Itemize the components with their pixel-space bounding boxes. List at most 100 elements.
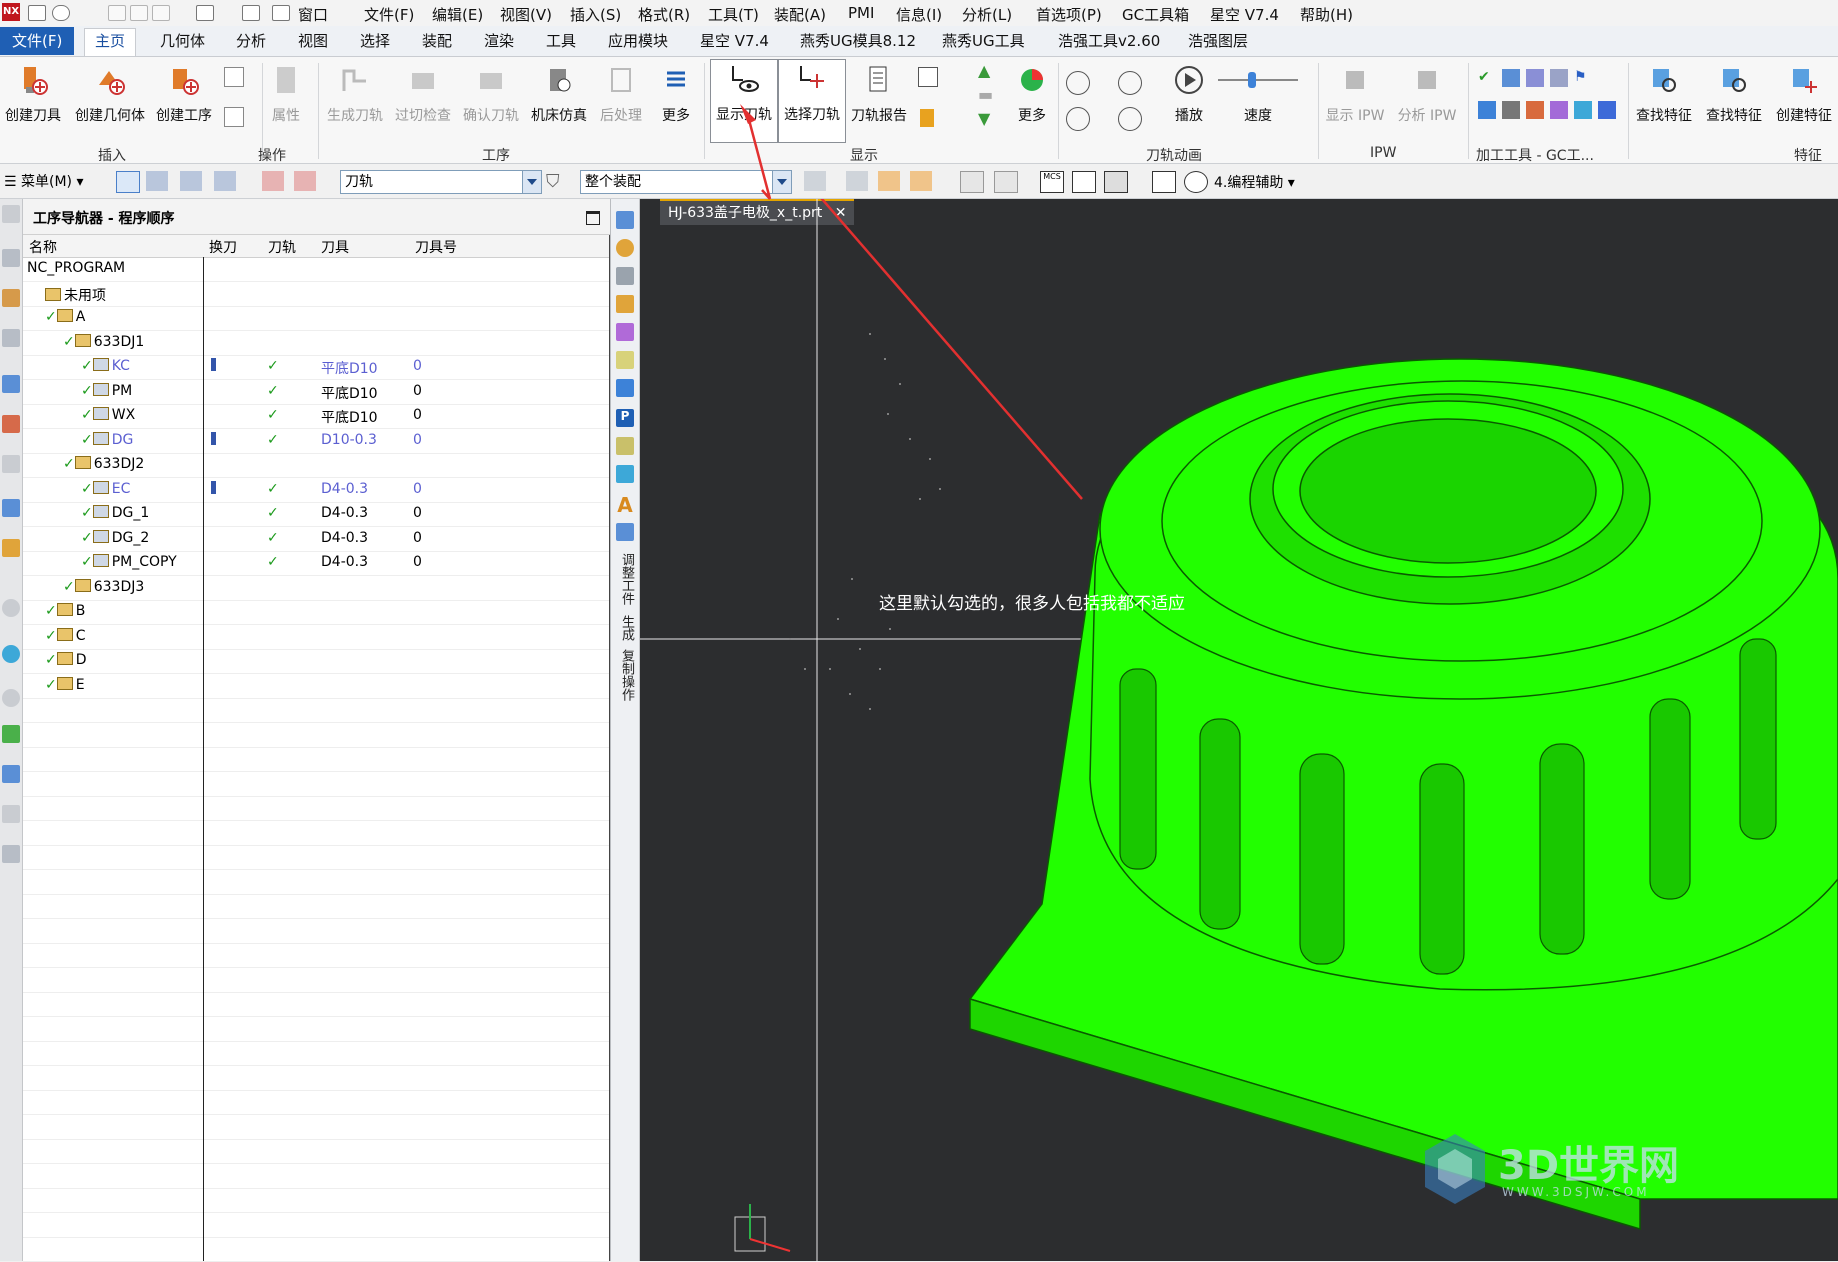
snap-icon[interactable]: [878, 171, 900, 191]
table-row[interactable]: ✓ EC ✓ D4-0.3 0: [23, 478, 610, 503]
window-icon[interactable]: [272, 5, 290, 21]
table-row[interactable]: 未用项: [23, 282, 610, 307]
refresh-icon[interactable]: [1184, 171, 1208, 193]
tool-icon[interactable]: [616, 437, 634, 455]
arrow-up-icon[interactable]: ▲: [978, 61, 996, 80]
menu-item[interactable]: 工具(T): [708, 4, 759, 25]
menu-item[interactable]: 编辑(E): [432, 4, 483, 25]
crosshair-icon[interactable]: [1152, 171, 1176, 193]
adjust-workpiece-label[interactable]: 调整工件: [617, 553, 636, 605]
menu-item[interactable]: PMI: [848, 4, 874, 22]
touch-mode-icon[interactable]: [242, 5, 260, 21]
display-option-icon[interactable]: [918, 67, 938, 87]
analyze-ipw-button[interactable]: 分析 IPW: [1394, 61, 1460, 125]
table-row[interactable]: ✓ DG_1 ✓ D4-0.3 0: [23, 502, 610, 527]
table-row[interactable]: NC_PROGRAM: [23, 257, 610, 282]
machine-tool-view-icon[interactable]: [146, 171, 168, 191]
menu-item[interactable]: 帮助(H): [1300, 4, 1353, 25]
show-ipw-button[interactable]: 显示 IPW: [1322, 61, 1388, 125]
table-row[interactable]: ✓ C: [23, 625, 610, 650]
palette-icon[interactable]: [2, 845, 20, 863]
column-toolpath[interactable]: 刀轨: [268, 237, 296, 257]
tab-view[interactable]: 视图: [288, 29, 338, 53]
program-order-view-icon[interactable]: [116, 171, 140, 193]
tool-icon[interactable]: [616, 211, 634, 229]
select-toolpath-button[interactable]: 选择刀轨: [778, 59, 846, 143]
tab-yanxiu-mold[interactable]: 燕秀UG模具8.12: [790, 29, 926, 53]
column-tool-change[interactable]: 换刀: [209, 237, 237, 257]
table-row[interactable]: ✓ PM_COPY ✓ D4-0.3 0: [23, 551, 610, 576]
tool-icon[interactable]: [616, 295, 634, 313]
table-row[interactable]: ✓ 633DJ1: [23, 331, 610, 356]
table-row[interactable]: ✓ 633DJ3: [23, 576, 610, 601]
undo-icon[interactable]: [52, 5, 70, 21]
menu-item[interactable]: 星空 V7.4: [1210, 4, 1279, 25]
tab-render[interactable]: 渲染: [474, 29, 524, 53]
graphics-viewport[interactable]: HJ-633盖子电极_x_t.prt ✕ 这里默认勾选的，很多人包括我都不适应 …: [640, 199, 1838, 1261]
table-row[interactable]: ✓ WX ✓ 平底D10 0: [23, 404, 610, 429]
table-row[interactable]: ✓ 633DJ2: [23, 453, 610, 478]
menu-item[interactable]: 文件(F): [364, 4, 414, 25]
gc-tool-icon[interactable]: [1598, 101, 1616, 119]
snap-icon[interactable]: [910, 171, 932, 191]
save-icon[interactable]: [28, 5, 46, 21]
snap-icon[interactable]: [846, 171, 868, 191]
hd3d-icon[interactable]: [2, 499, 20, 517]
gc-tool-icon[interactable]: [1526, 101, 1544, 119]
tool-icon[interactable]: [616, 351, 634, 369]
tool-icon[interactable]: [616, 323, 634, 341]
tab-haoqiang-layers[interactable]: 浩强图层: [1178, 29, 1258, 53]
create-tool-button[interactable]: 创建刀具: [0, 61, 66, 125]
layer-icon[interactable]: ▬: [978, 85, 996, 104]
tools-icon[interactable]: [2, 805, 20, 823]
table-row[interactable]: ✓ PM ✓ 平底D10 0: [23, 380, 610, 405]
find-feature-button-2[interactable]: 查找特征: [1700, 61, 1768, 125]
view-cube-icon[interactable]: [960, 171, 984, 193]
gc-tool-icon[interactable]: [1550, 69, 1568, 87]
wcs-icon[interactable]: [1072, 171, 1096, 193]
selection-scope-dropdown[interactable]: 整个装配: [580, 170, 792, 194]
web-browser-icon[interactable]: [2, 539, 20, 557]
menu-button[interactable]: ☰ 菜单(M) ▾: [4, 171, 84, 191]
find-feature-button-1[interactable]: 查找特征: [1630, 61, 1698, 125]
history-icon[interactable]: [2, 599, 20, 617]
flag-icon[interactable]: ⚑: [1574, 69, 1592, 87]
create-method-icon[interactable]: [224, 67, 244, 87]
method-view-icon[interactable]: [214, 171, 236, 191]
menu-item[interactable]: 分析(L): [962, 4, 1012, 25]
paste-icon[interactable]: [152, 5, 170, 21]
feature-navigator-icon[interactable]: [2, 415, 20, 433]
gc-tool-icon[interactable]: [1526, 69, 1544, 87]
column-tool[interactable]: 刀具: [321, 237, 349, 257]
menu-item[interactable]: 窗口: [298, 4, 328, 25]
gc-tool-icon[interactable]: [1478, 101, 1496, 119]
column-tool-number[interactable]: 刀具号: [415, 237, 457, 257]
toolpath-report-button[interactable]: 刀轨报告: [846, 61, 912, 125]
table-row[interactable]: ✓ B: [23, 600, 610, 625]
menu-item[interactable]: 格式(R): [638, 4, 690, 25]
part-navigator-icon[interactable]: [2, 289, 20, 307]
tab-haoqiang-tools[interactable]: 浩强工具v2.60: [1048, 29, 1170, 53]
more-display-button[interactable]: 更多: [1010, 61, 1054, 125]
create-program-icon[interactable]: [224, 107, 244, 127]
speed-slider[interactable]: 速度: [1212, 61, 1304, 125]
forward-icon[interactable]: [1118, 107, 1142, 131]
toolpath-filter-icon[interactable]: [262, 171, 284, 191]
tool-icon[interactable]: [616, 267, 634, 285]
clock-icon[interactable]: [2, 689, 20, 707]
toolpath-select-icon[interactable]: [294, 171, 316, 191]
create-feature-button[interactable]: 创建特征: [1770, 61, 1838, 125]
table-row[interactable]: ✓ E: [23, 674, 610, 699]
gc-tool-icon[interactable]: [1550, 101, 1568, 119]
postprocess-button[interactable]: 后处理: [594, 61, 648, 125]
menu-item[interactable]: GC工具箱: [1122, 4, 1189, 25]
copy-icon[interactable]: [130, 5, 148, 21]
repeat-command-icon[interactable]: [196, 5, 214, 21]
menu-item[interactable]: 信息(I): [896, 4, 942, 25]
gc-tool-icon[interactable]: [1502, 101, 1520, 119]
reuse-library-icon[interactable]: [2, 455, 20, 473]
menu-item[interactable]: 插入(S): [570, 4, 621, 25]
rewind-icon[interactable]: [1066, 107, 1090, 131]
tab-yanxiu-tools[interactable]: 燕秀UG工具: [932, 29, 1035, 53]
gear-icon[interactable]: [2, 205, 20, 223]
